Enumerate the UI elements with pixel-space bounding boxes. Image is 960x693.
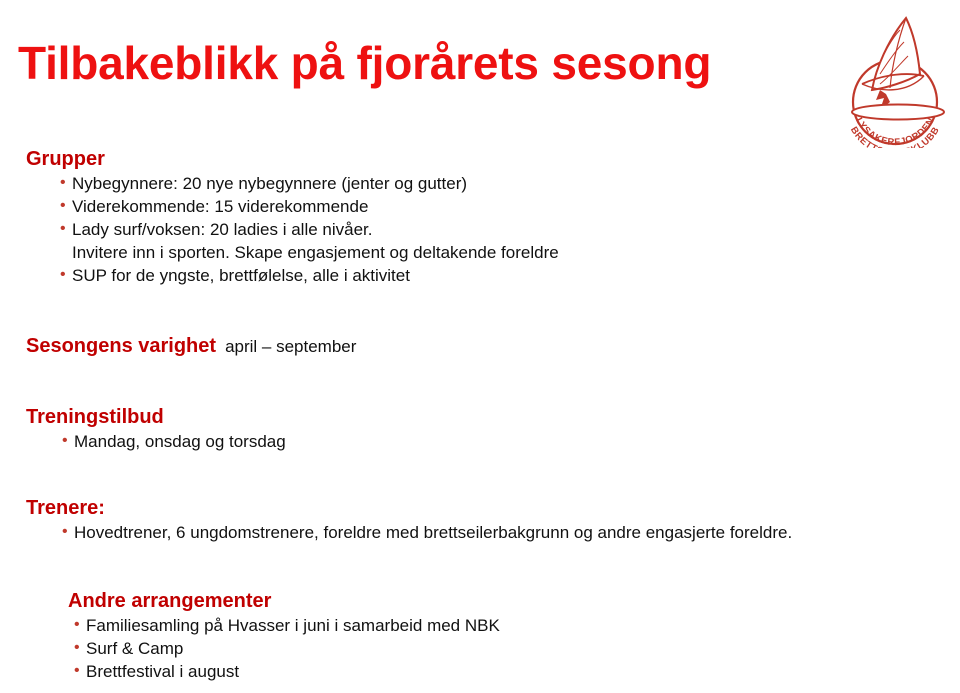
list-item: Nybegynnere: 20 nye nybegynnere (jenter … <box>60 171 960 195</box>
section-sesongens-varighet: Sesongens varighet april – september <box>0 333 960 360</box>
section-trenere: Trenere: Hovedtrener, 6 ungdomstrenere, … <box>0 495 960 544</box>
list-item: SUP for de yngste, brettfølelse, alle i … <box>60 263 960 287</box>
list-item-continuation: Invitere inn i sporten. Skape engasjemen… <box>72 243 559 262</box>
section-treningstilbud: Treningstilbud Mandag, onsdag og torsdag <box>0 404 960 453</box>
bullet-list-trenere: Hovedtrener, 6 ungdomstrenere, foreldre … <box>0 520 960 544</box>
bullet-list-andre-arrangementer: Familiesamling på Hvasser i juni i samar… <box>0 613 960 683</box>
section-andre-arrangementer: Andre arrangementer Familiesamling på Hv… <box>0 588 960 683</box>
slide-body: Grupper Nybegynnere: 20 nye nybegynnere … <box>0 146 960 683</box>
list-item: Mandag, onsdag og torsdag <box>62 429 960 453</box>
section-heading-sesongens-varighet: Sesongens varighet april – september <box>0 333 960 360</box>
slide-canvas: Tilbakeblikk på fjorårets sesong LYSAKER… <box>0 0 960 693</box>
list-item: Hovedtrener, 6 ungdomstrenere, foreldre … <box>62 520 960 544</box>
section-heading-trenere: Trenere: <box>26 497 105 519</box>
section-heading-grupper: Grupper <box>26 148 105 170</box>
season-range-note: april – september <box>225 337 357 356</box>
club-logo: LYSAKERFJORDEN BRETTSEILERKLUBB <box>836 6 954 148</box>
list-item: Surf & Camp <box>74 636 960 660</box>
section-grupper: Grupper Nybegynnere: 20 nye nybegynnere … <box>0 146 960 287</box>
list-item: Familiesamling på Hvasser i juni i samar… <box>74 613 960 637</box>
section-heading-treningstilbud: Treningstilbud <box>26 406 164 428</box>
list-item: Lady surf/voksen: 20 ladies i alle nivåe… <box>60 217 960 241</box>
section-heading-label: Sesongens varighet <box>26 335 217 357</box>
section-heading-andre-arrangementer: Andre arrangementer <box>68 590 272 612</box>
list-item: Viderekommende: 15 viderekommende <box>60 194 960 218</box>
page-title: Tilbakeblikk på fjorårets sesong <box>18 37 712 89</box>
bullet-list-treningstilbud: Mandag, onsdag og torsdag <box>0 429 960 453</box>
list-item: Brettfestival i august <box>74 659 960 683</box>
bullet-list-grupper: Nybegynnere: 20 nye nybegynnere (jenter … <box>0 171 960 287</box>
